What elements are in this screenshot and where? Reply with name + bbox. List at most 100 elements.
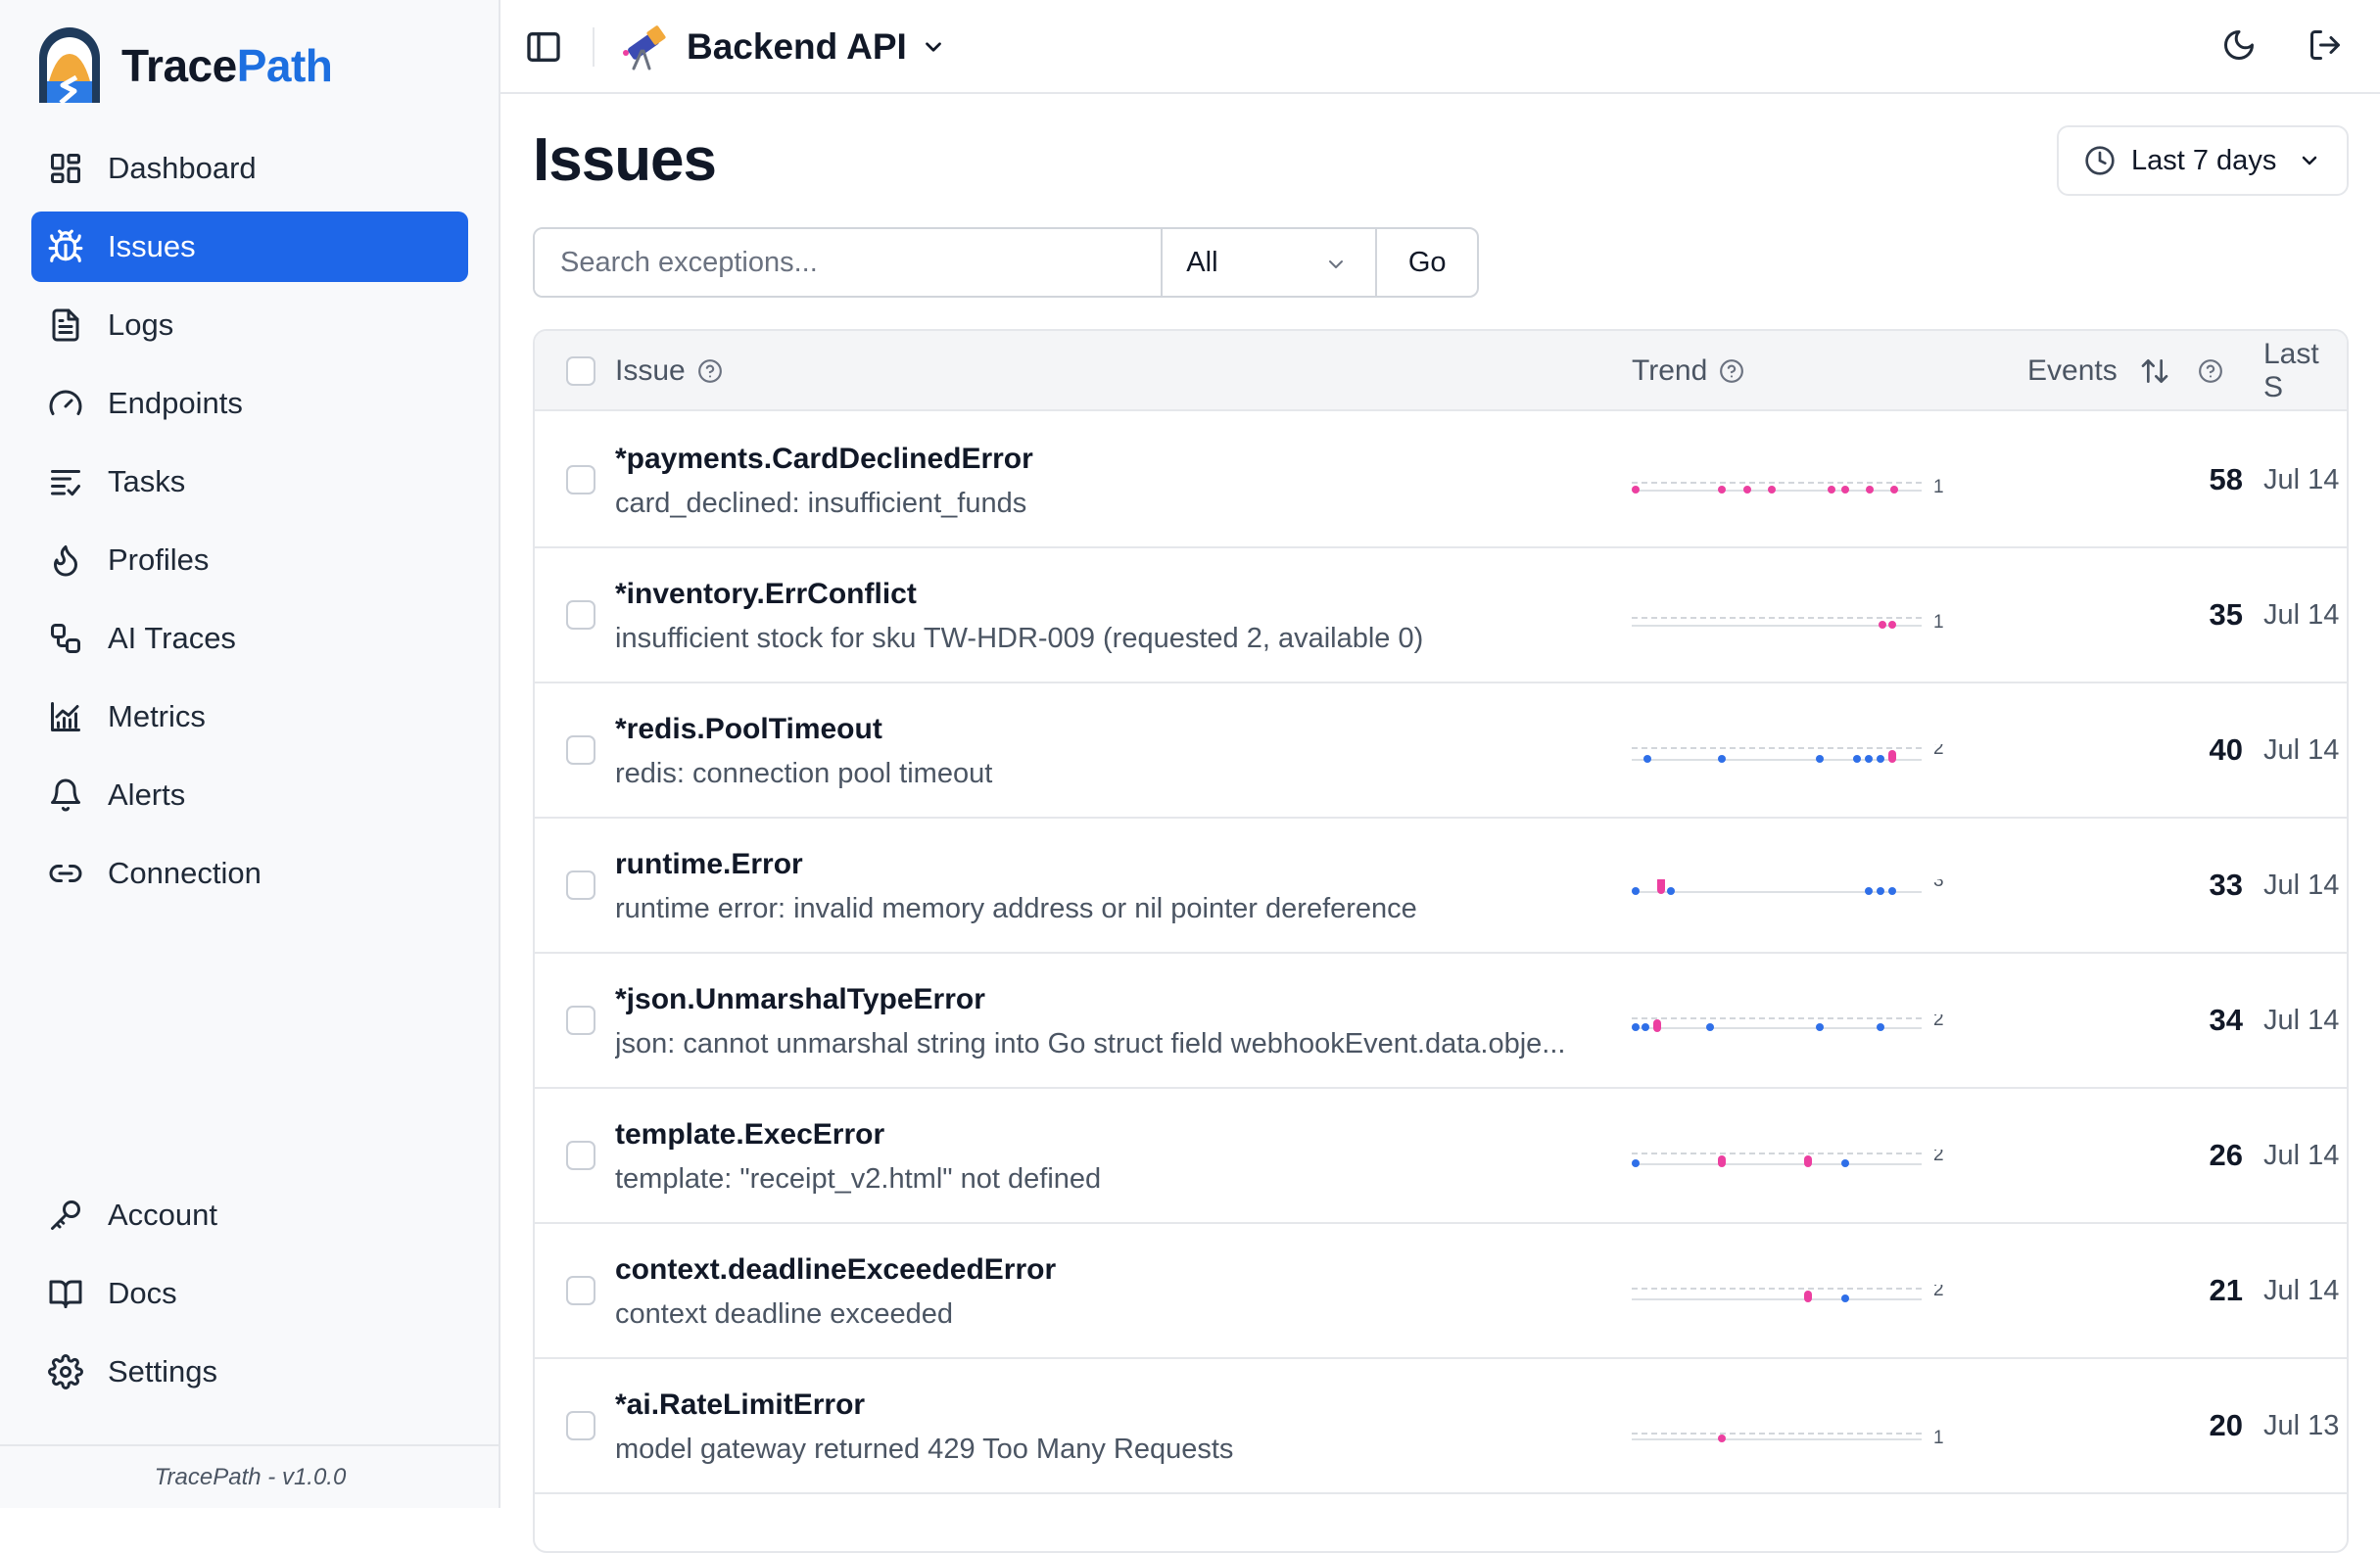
toolbar-divider xyxy=(593,27,595,67)
row-checkbox[interactable] xyxy=(566,735,595,765)
book-icon xyxy=(47,1275,84,1312)
search-input[interactable] xyxy=(535,229,1162,296)
table-row[interactable] xyxy=(535,1494,2347,1551)
sidebar-item-docs[interactable]: Docs xyxy=(31,1258,468,1329)
table-row[interactable]: *inventory.ErrConflict insufficient stoc… xyxy=(535,548,2347,683)
sidebar-item-label: Logs xyxy=(108,307,174,342)
last-seen: Jul 14 xyxy=(2263,734,2340,766)
sidebar-item-endpoints[interactable]: Endpoints xyxy=(31,368,468,439)
project-name: Backend API xyxy=(687,26,907,67)
app-version: TracePath - v1.0.0 xyxy=(0,1444,500,1508)
issue-title[interactable]: *json.UnmarshalTypeError xyxy=(615,983,985,1016)
app-name: TracePath xyxy=(121,40,333,91)
sidebar-item-dashboard[interactable]: Dashboard xyxy=(31,133,468,204)
sort-icon[interactable] xyxy=(2139,355,2170,387)
trend-spike xyxy=(1804,1291,1812,1302)
status-filter-select[interactable]: All xyxy=(1161,229,1375,296)
issue-title[interactable]: template.ExecError xyxy=(615,1118,884,1152)
trend-points xyxy=(1632,1023,1884,1031)
issue-title[interactable]: *ai.RateLimitError xyxy=(615,1388,865,1422)
time-range-dropdown[interactable]: Last 7 days xyxy=(2057,125,2349,196)
workflow-icon xyxy=(47,620,84,657)
row-checkbox[interactable] xyxy=(566,600,595,630)
sidebar-item-logs[interactable]: Logs xyxy=(31,290,468,360)
trend-spike xyxy=(1718,1155,1726,1167)
row-checkbox[interactable] xyxy=(566,1411,595,1440)
issue-title[interactable]: context.deadlineExceededError xyxy=(615,1253,1056,1287)
issue-title[interactable]: *payments.CardDeclinedError xyxy=(615,443,1033,476)
sidebar-item-metrics[interactable]: Metrics xyxy=(31,682,468,752)
link-icon xyxy=(47,855,84,892)
help-circle-icon[interactable] xyxy=(1719,358,1744,384)
issue-message: insufficient stock for sku TW-HDR-009 (r… xyxy=(615,623,1424,654)
issue-title[interactable]: *redis.PoolTimeout xyxy=(615,713,882,746)
app-logo[interactable]: TracePath xyxy=(33,24,333,107)
trend-sparkline: 2 xyxy=(1632,1014,1944,1032)
last-seen: Jul 14 xyxy=(2263,464,2340,495)
go-button[interactable]: Go xyxy=(1375,229,1477,296)
tracepath-logo-icon xyxy=(39,27,100,105)
sidebar-item-settings[interactable]: Settings xyxy=(31,1337,468,1407)
column-events-label: Events xyxy=(2027,354,2118,387)
help-circle-icon[interactable] xyxy=(697,358,723,384)
column-issue-label: Issue xyxy=(615,354,686,387)
sidebar-toggle-button[interactable] xyxy=(524,27,563,67)
table-row[interactable]: *payments.CardDeclinedError card_decline… xyxy=(535,413,2347,548)
log-out-icon xyxy=(2310,30,2340,60)
issue-message: json: cannot unmarshal string into Go st… xyxy=(615,1028,1566,1059)
trend-spike xyxy=(1804,1155,1812,1167)
column-trend: Trend xyxy=(1632,331,1744,411)
issue-title[interactable]: runtime.Error xyxy=(615,848,803,881)
sidebar-item-alerts[interactable]: Alerts xyxy=(31,760,468,830)
sidebar-item-issues[interactable]: Issues xyxy=(31,212,468,282)
sidebar-item-label: Connection xyxy=(108,856,262,890)
row-checkbox[interactable] xyxy=(566,1276,595,1305)
last-seen: Jul 14 xyxy=(2263,1140,2340,1171)
sidebar-item-ai-traces[interactable]: AI Traces xyxy=(31,603,468,674)
column-last-seen[interactable]: Last S xyxy=(2263,331,2347,411)
sidebar-item-label: Settings xyxy=(108,1354,218,1388)
sidebar-item-connection[interactable]: Connection xyxy=(31,838,468,909)
status-filter-value: All xyxy=(1186,246,1218,278)
row-checkbox[interactable] xyxy=(566,1141,595,1170)
logout-button[interactable] xyxy=(2308,27,2347,67)
trend-points xyxy=(1841,1294,1849,1302)
search-bar: All Go xyxy=(533,227,1479,298)
theme-toggle-button[interactable] xyxy=(2221,27,2261,67)
issue-title[interactable]: *inventory.ErrConflict xyxy=(615,578,917,611)
sidebar-item-account[interactable]: Account xyxy=(31,1180,468,1250)
table-row[interactable]: *ai.RateLimitError model gateway returne… xyxy=(535,1359,2347,1494)
sidebar-item-tasks[interactable]: Tasks xyxy=(31,447,468,517)
table-row[interactable]: *json.UnmarshalTypeError json: cannot un… xyxy=(535,954,2347,1089)
trend-max-label: 2 xyxy=(1933,1285,1944,1300)
trend-points xyxy=(1632,887,1896,895)
table-row[interactable]: runtime.Error runtime error: invalid mem… xyxy=(535,819,2347,954)
chart-icon xyxy=(47,698,84,735)
gear-icon xyxy=(47,1353,84,1390)
checkbox[interactable] xyxy=(566,356,595,386)
table-row[interactable]: context.deadlineExceededError context de… xyxy=(535,1224,2347,1359)
table-row[interactable]: *redis.PoolTimeout redis: connection poo… xyxy=(535,683,2347,819)
panel-left-icon xyxy=(527,32,560,62)
row-checkbox[interactable] xyxy=(566,1006,595,1035)
last-seen: Jul 14 xyxy=(2263,870,2340,901)
sidebar-item-label: Endpoints xyxy=(108,386,243,420)
telescope-icon xyxy=(623,25,666,71)
select-all-checkbox[interactable] xyxy=(566,331,595,411)
sidebar-item-label: Alerts xyxy=(108,777,186,812)
trend-sparkline: 2 xyxy=(1632,744,1944,763)
trend-sparkline: 2 xyxy=(1632,1150,1944,1167)
table-row[interactable]: template.ExecError template: "receipt_v2… xyxy=(535,1089,2347,1224)
sidebar-item-profiles[interactable]: Profiles xyxy=(31,525,468,595)
row-checkbox[interactable] xyxy=(566,871,595,900)
column-events[interactable]: Events xyxy=(2027,331,2223,411)
trend-points xyxy=(1632,486,1898,494)
trend-spike xyxy=(1653,1019,1661,1032)
trend-points xyxy=(1879,621,1896,629)
help-circle-icon[interactable] xyxy=(2198,358,2223,384)
clock-icon xyxy=(2085,146,2115,175)
project-switcher[interactable]: Backend API xyxy=(620,18,946,76)
gauge-icon xyxy=(47,385,84,422)
row-checkbox[interactable] xyxy=(566,465,595,494)
secondary-nav: Account Docs Settings xyxy=(31,1180,468,1415)
